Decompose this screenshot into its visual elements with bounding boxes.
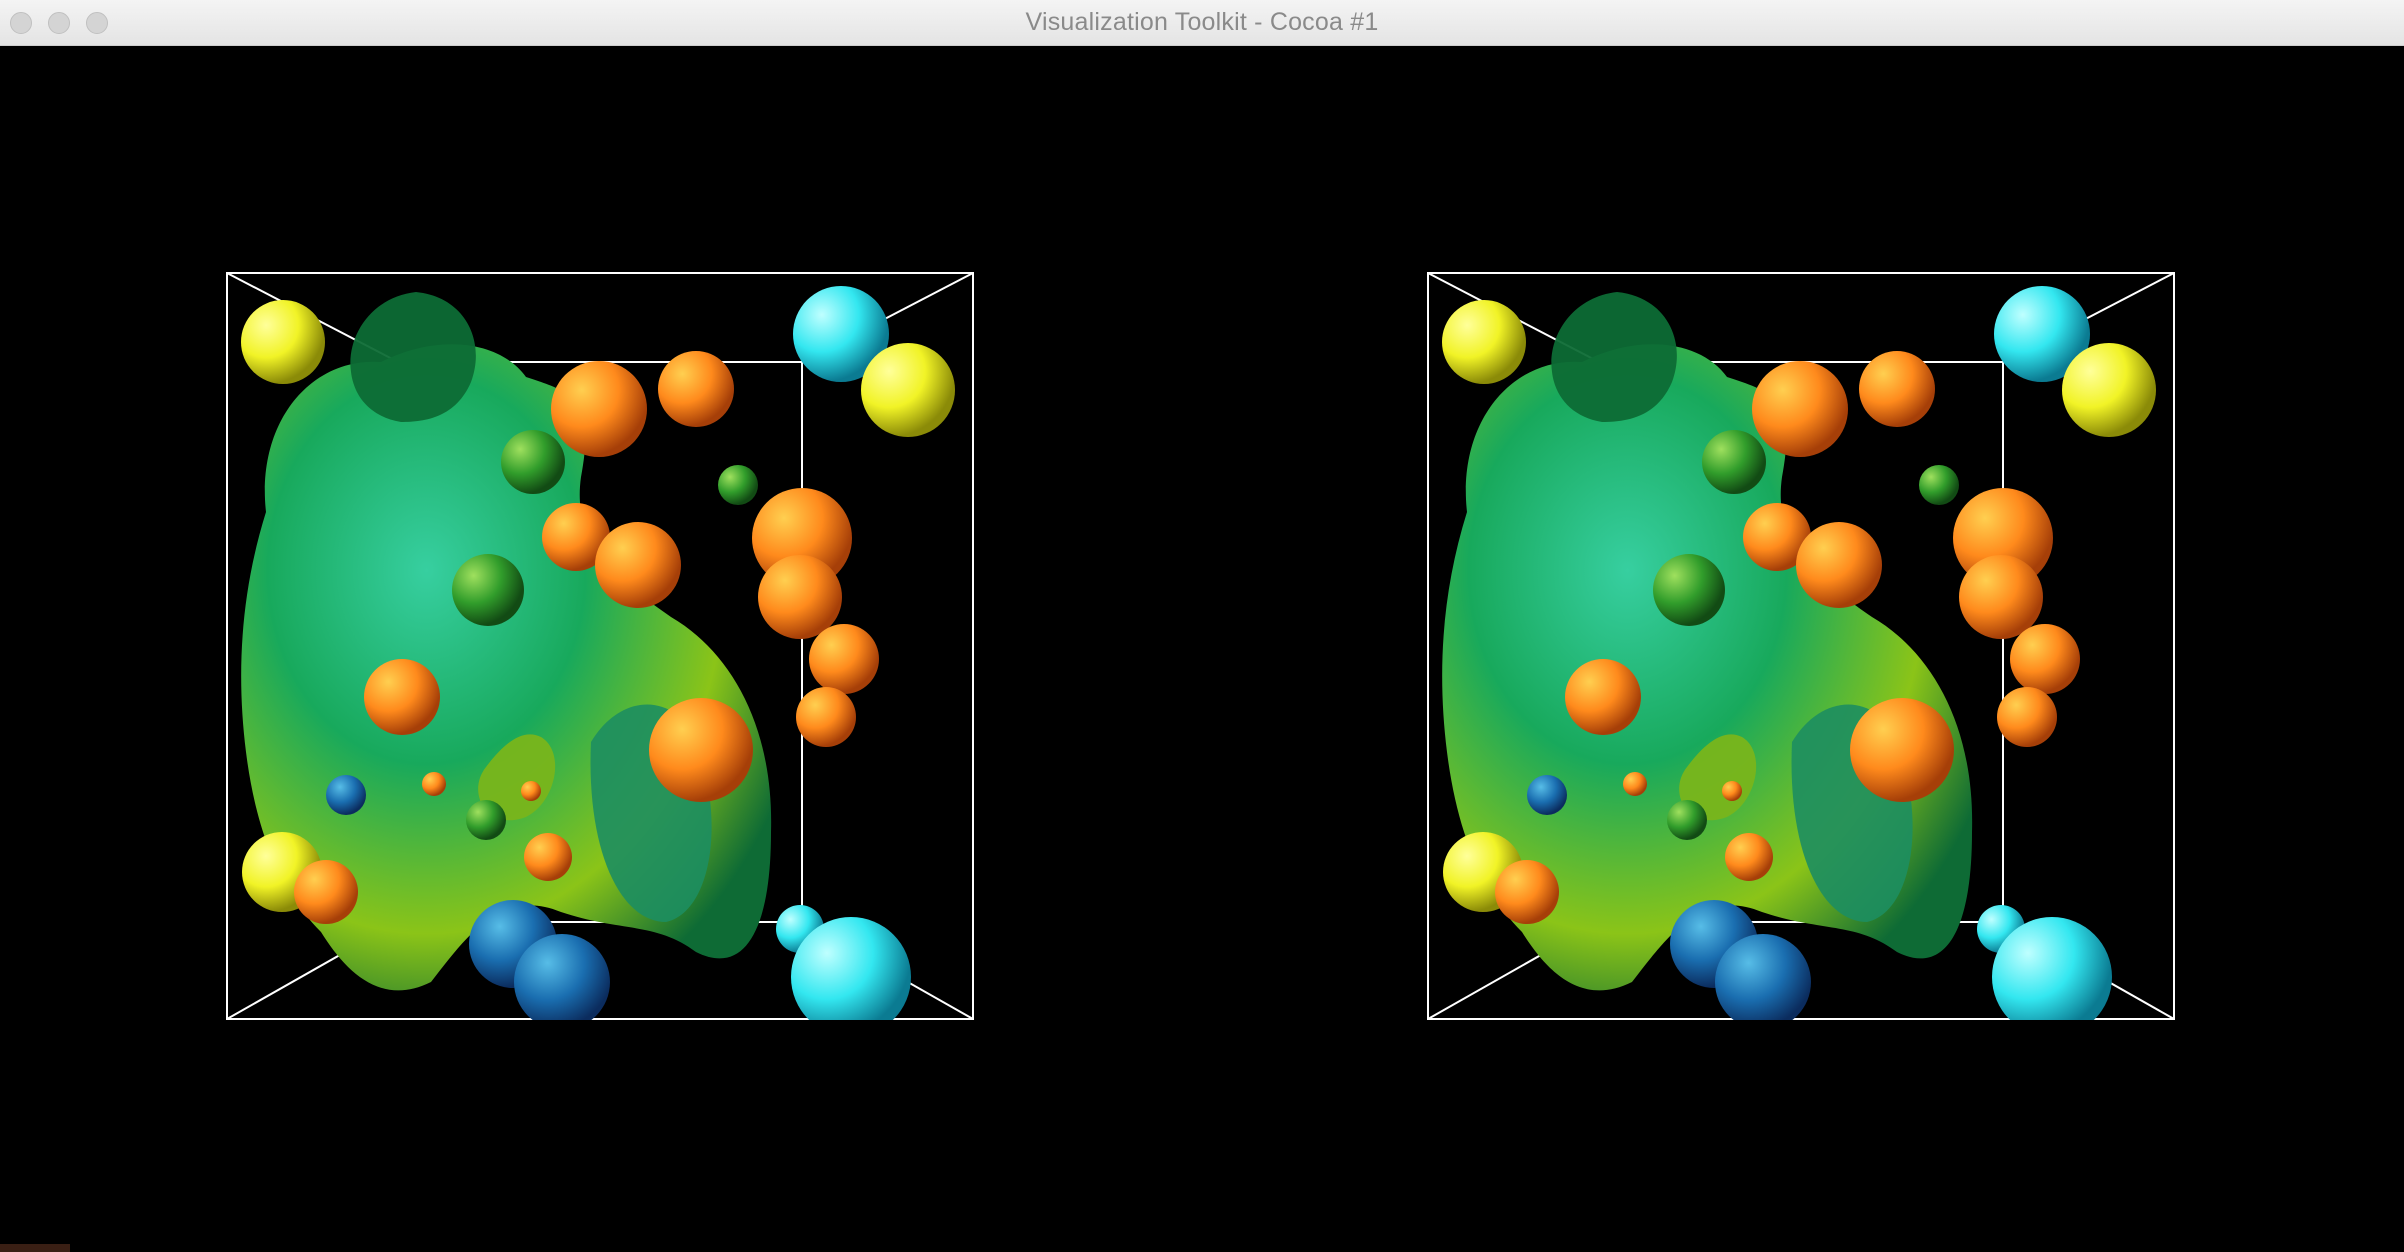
sphere-green-left — [452, 554, 524, 626]
sphere-orange-cluster-2 — [1959, 555, 2043, 639]
sphere-orange-large — [1796, 522, 1882, 608]
sphere-orange-tiny-2 — [521, 781, 541, 801]
surface-lobe-top — [350, 292, 476, 422]
sphere-yellow-top-left — [1442, 300, 1526, 384]
sphere-orange-top — [1752, 361, 1848, 457]
sphere-orange-bottom-left — [294, 860, 358, 924]
sphere-orange-tiny-2 — [1722, 781, 1742, 801]
sphere-orange-small-lower — [524, 833, 572, 881]
minimize-button[interactable] — [48, 12, 70, 34]
right-stereo-view[interactable] — [1427, 272, 2175, 1020]
surface-lobe-top — [1551, 292, 1677, 422]
sphere-blue-small — [326, 775, 366, 815]
sphere-yellow-right — [2062, 343, 2156, 437]
title-bar[interactable]: Visualization Toolkit - Cocoa #1 — [0, 0, 2404, 46]
sphere-yellow-top-left — [241, 300, 325, 384]
sphere-small-green — [1919, 465, 1959, 505]
sphere-orange-top-right — [1859, 351, 1935, 427]
sphere-green-left — [1653, 554, 1725, 626]
sphere-orange-tiny — [422, 772, 446, 796]
window-controls — [10, 12, 108, 34]
vtk-window: Visualization Toolkit - Cocoa #1 — [0, 0, 2404, 1252]
sphere-green-lower — [1667, 800, 1707, 840]
desktop-edge-strip — [0, 1244, 70, 1252]
sphere-orange-cluster-2 — [758, 555, 842, 639]
sphere-orange-lower-right — [1997, 687, 2057, 747]
close-button[interactable] — [10, 12, 32, 34]
sphere-orange-lower — [649, 698, 753, 802]
sphere-green-center — [501, 430, 565, 494]
right-vtk-render — [1427, 272, 2175, 1020]
sphere-orange-top-right — [658, 351, 734, 427]
sphere-blue-small — [1527, 775, 1567, 815]
sphere-yellow-right — [861, 343, 955, 437]
sphere-orange-left — [364, 659, 440, 735]
window-title: Visualization Toolkit - Cocoa #1 — [1025, 8, 1379, 36]
sphere-green-lower — [466, 800, 506, 840]
sphere-small-green — [718, 465, 758, 505]
render-viewport[interactable] — [0, 46, 2404, 1252]
left-vtk-render — [226, 272, 974, 1020]
sphere-green-center — [1702, 430, 1766, 494]
sphere-orange-cluster-3 — [2010, 624, 2080, 694]
left-stereo-view[interactable] — [226, 272, 974, 1020]
zoom-button[interactable] — [86, 12, 108, 34]
sphere-orange-small-lower — [1725, 833, 1773, 881]
sphere-orange-lower-right — [796, 687, 856, 747]
sphere-orange-lower — [1850, 698, 1954, 802]
sphere-orange-tiny — [1623, 772, 1647, 796]
sphere-orange-bottom-left — [1495, 860, 1559, 924]
sphere-orange-large — [595, 522, 681, 608]
sphere-orange-top — [551, 361, 647, 457]
sphere-orange-left — [1565, 659, 1641, 735]
sphere-orange-cluster-3 — [809, 624, 879, 694]
